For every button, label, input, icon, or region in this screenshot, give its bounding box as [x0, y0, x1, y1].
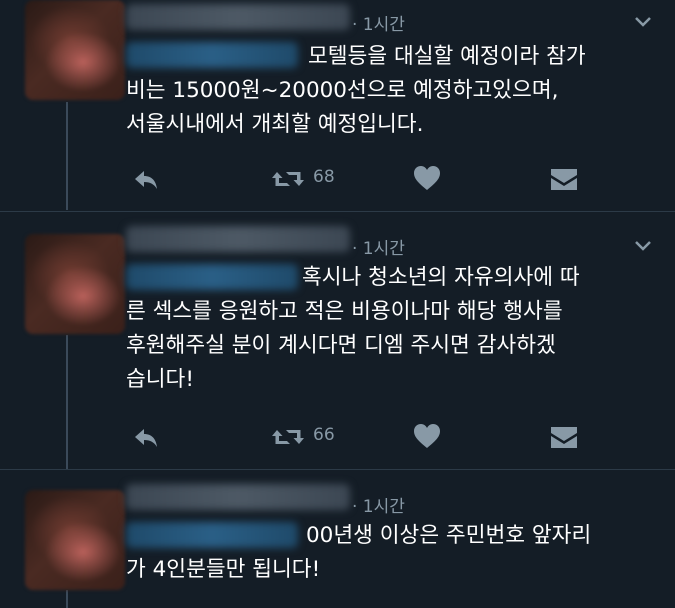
tweet[interactable]: · 1시간 00년생 이상은 주민번호 앞자리 가 4인분들만 됩니다!	[0, 470, 675, 608]
retweet-count: 66	[313, 425, 335, 445]
redacted-display-name	[126, 4, 350, 30]
envelope-icon[interactable]	[550, 422, 578, 452]
tweet-timestamp[interactable]: · 1시간	[352, 492, 405, 517]
tweet-text: 00년생 이상은 주민번호 앞자리 가 4인분들만 됩니다!	[126, 523, 592, 582]
chevron-down-icon[interactable]	[634, 16, 652, 28]
avatar[interactable]	[25, 0, 125, 100]
tweet-text: 혹시나 청소년의 자유의사에 따 른 섹스를 응원하고 적은 비용이나마 해당 …	[126, 265, 580, 392]
redacted-display-name	[126, 226, 350, 252]
tweet[interactable]: · 1시간 모텔등을 대실할 예정이라 참가 비는 15000원~20000선으…	[0, 0, 675, 212]
tweet-actions: 68	[0, 164, 675, 194]
tweet-timestamp[interactable]: · 1시간	[352, 234, 405, 259]
tweet-actions: 66	[0, 422, 675, 452]
tweet-text: 모텔등을 대실할 예정이라 참가 비는 15000원~20000선으로 예정하고…	[126, 44, 586, 137]
retweet-icon[interactable]	[270, 164, 306, 194]
heart-icon[interactable]	[413, 422, 441, 452]
tweet-timestamp[interactable]: · 1시간	[352, 10, 405, 35]
tweet[interactable]: · 1시간 혹시나 청소년의 자유의사에 따 른 섹스를 응원하고 적은 비용이…	[0, 212, 675, 470]
avatar[interactable]	[25, 234, 125, 334]
heart-icon[interactable]	[413, 164, 441, 194]
reply-icon[interactable]	[131, 422, 161, 452]
chevron-down-icon[interactable]	[634, 240, 652, 252]
redacted-display-name	[126, 484, 350, 510]
envelope-icon[interactable]	[550, 164, 578, 194]
retweet-count: 68	[313, 167, 335, 187]
reply-icon[interactable]	[131, 164, 161, 194]
retweet-icon[interactable]	[270, 422, 306, 452]
avatar[interactable]	[25, 490, 125, 590]
